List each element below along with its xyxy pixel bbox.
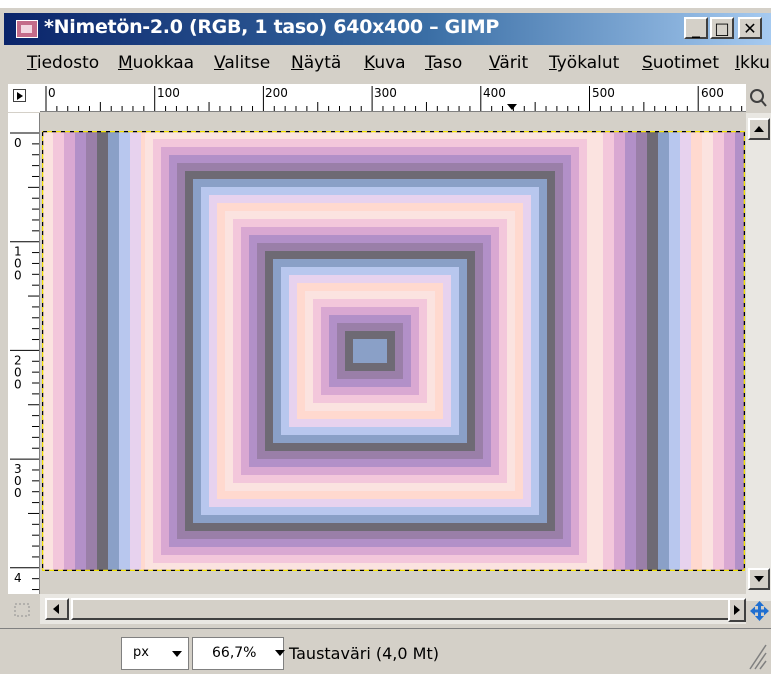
vertical-ruler-ticks: 01002003004 <box>10 132 39 591</box>
status-message: Taustaväri (4,0 Mt) <box>289 644 439 663</box>
resize-grip-icon[interactable] <box>740 635 768 671</box>
arrow-right-icon <box>734 605 740 615</box>
status-bar: px 66,7% Taustaväri (4,0 Mt) <box>0 628 771 674</box>
menu-tyokalut[interactable]: Työkalut <box>549 53 619 73</box>
canvas-area[interactable] <box>40 113 746 594</box>
gimp-image-window: *Nimetön-2.0 (RGB, 1 taso) 640x400 – GIM… <box>0 0 771 674</box>
minimize-button[interactable]: _ <box>684 17 708 39</box>
unit-value: px <box>133 645 149 660</box>
image-menu-button[interactable] <box>8 84 40 112</box>
close-button[interactable]: ✕ <box>738 17 762 39</box>
menu-suotimet[interactable]: Suotimet <box>642 53 719 73</box>
menu-bar: Tiedosto Muokkaa Valitse Näytä Kuva Taso… <box>4 46 771 83</box>
ruler-label: 200 <box>265 86 288 100</box>
arrow-down-icon <box>754 576 764 582</box>
ruler-label: 300 <box>374 86 397 100</box>
scroll-up-button[interactable] <box>748 118 770 140</box>
menu-tiedosto[interactable]: Tiedosto <box>27 53 99 73</box>
ruler-label: 0 <box>14 377 22 391</box>
ruler-label: 0 <box>14 486 22 500</box>
ruler-label: 600 <box>701 86 724 100</box>
arrow-left-icon <box>53 604 59 614</box>
maximize-icon: □ <box>714 19 730 38</box>
menu-muokkaa[interactable]: Muokkaa <box>118 53 194 73</box>
ruler-label: 0 <box>48 86 56 100</box>
close-icon: ✕ <box>743 19 757 38</box>
ruler-label: 0 <box>14 269 22 283</box>
chevron-down-icon <box>172 651 182 657</box>
arrow-up-icon <box>754 126 764 132</box>
ruler-label: 0 <box>14 136 22 150</box>
horizontal-scrollbar[interactable] <box>40 594 746 624</box>
menu-valitse[interactable]: Valitse <box>214 53 270 73</box>
ruler-label: 400 <box>483 86 506 100</box>
triangle-right-icon <box>13 89 26 102</box>
ruler-label: 100 <box>157 86 180 100</box>
zoom-icon <box>750 89 767 107</box>
vertical-ruler[interactable]: 01002003004 <box>8 113 40 594</box>
scroll-down-button[interactable] <box>748 568 770 590</box>
menu-varit[interactable]: Värit <box>489 53 528 73</box>
vertical-scrollbar[interactable] <box>746 113 771 601</box>
quick-mask-button[interactable] <box>10 597 36 623</box>
menu-kuva[interactable]: Kuva <box>364 53 406 73</box>
zoom-dropdown-button[interactable] <box>275 637 287 670</box>
scroll-right-button[interactable] <box>728 598 746 622</box>
window-title: *Nimetön-2.0 (RGB, 1 taso) 640x400 – GIM… <box>44 16 499 38</box>
menu-taso[interactable]: Taso <box>425 53 462 73</box>
gimp-app-icon[interactable] <box>16 20 38 38</box>
ruler-label: 4 <box>14 571 22 585</box>
horizontal-scroll-thumb[interactable] <box>71 598 735 620</box>
four-way-arrow-icon <box>750 601 769 621</box>
unit-selector[interactable]: px <box>121 637 189 670</box>
scroll-left-button[interactable] <box>45 598 69 620</box>
maximize-button[interactable]: □ <box>710 17 734 39</box>
minimize-icon: _ <box>692 19 700 38</box>
menu-nayta[interactable]: Näytä <box>291 53 341 73</box>
quick-mask-icon <box>14 603 30 617</box>
title-bar[interactable]: *Nimetön-2.0 (RGB, 1 taso) 640x400 – GIM… <box>4 13 771 45</box>
ruler-label: 500 <box>592 86 615 100</box>
zoom-value: 66,7% <box>212 645 257 661</box>
navigate-button[interactable] <box>748 598 771 624</box>
zoom-fit-button[interactable] <box>746 84 771 112</box>
canvas-image[interactable] <box>42 131 745 571</box>
top-border <box>0 0 771 8</box>
zoom-selector[interactable]: 66,7% <box>192 637 284 670</box>
horizontal-ruler[interactable]: 0 100 200 300 400 500 600 <box>40 84 746 112</box>
chevron-down-icon <box>275 650 285 656</box>
pointer-marker <box>507 104 517 110</box>
menu-ikkunat[interactable]: Ikku <box>735 53 770 73</box>
